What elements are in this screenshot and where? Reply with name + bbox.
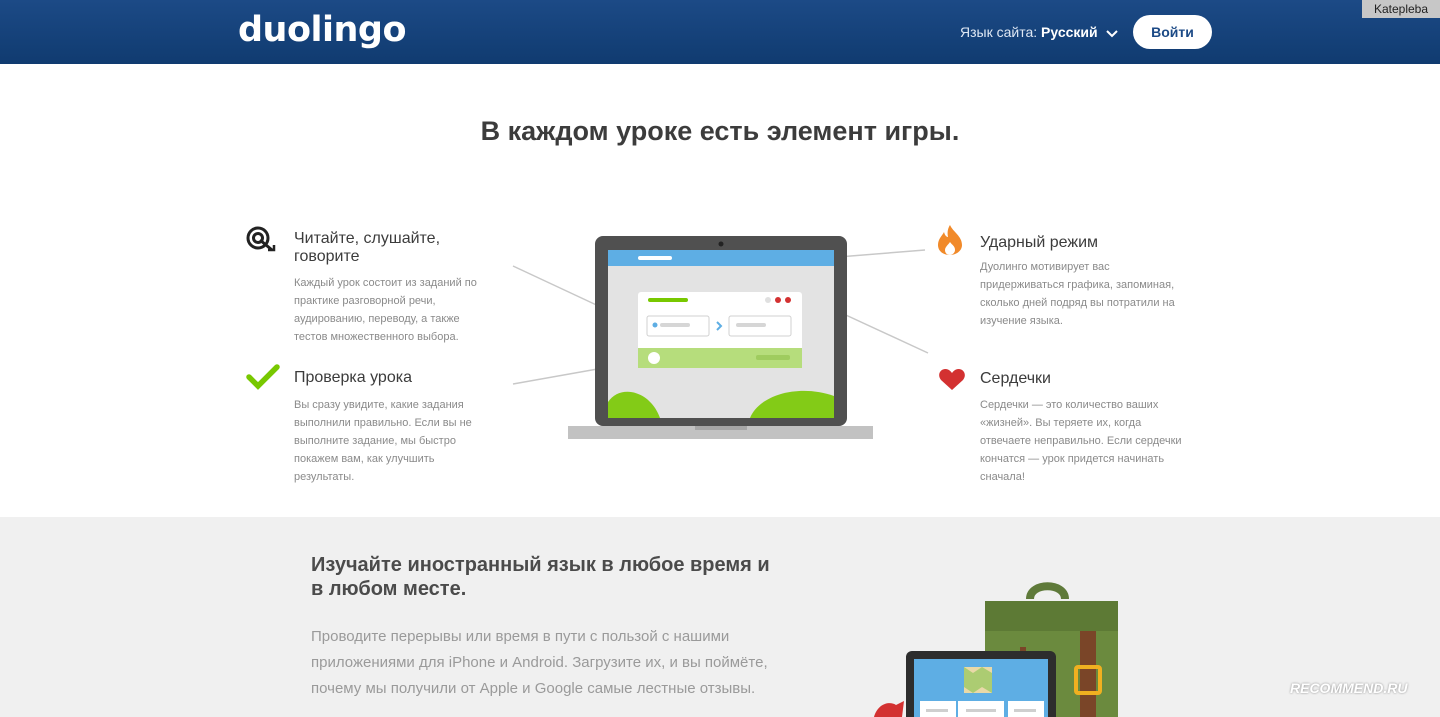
game-elements-section: В каждом уроке есть элемент игры. Читайт… (0, 64, 1440, 517)
feature-title: Ударный режим (980, 234, 1099, 251)
feature-title: Сердечки (980, 370, 1051, 387)
mobile-apps-section: Изучайте иностранный язык в любое время … (0, 517, 1440, 717)
target-icon (246, 226, 276, 259)
laptop-illustration (568, 236, 873, 439)
site-language-value: Русский (1041, 24, 1098, 40)
feature-description: Дуолинго мотивирует вас придерживаться г… (980, 261, 1175, 327)
watermark-site: RECOMMEND.RU (1290, 680, 1408, 696)
feature-description: Вы сразу увидите, какие задания выполнил… (294, 399, 472, 483)
feature-title: Читайте, слушайте, говорите (294, 230, 441, 265)
login-button[interactable]: Войти (1133, 15, 1212, 49)
flame-icon (936, 224, 964, 261)
duolingo-logo[interactable]: duolingo (238, 10, 407, 50)
feature-description: Каждый урок состоит из заданий по практи… (294, 277, 477, 343)
chevron-down-icon (1105, 25, 1118, 41)
site-header: duolingo Язык сайта: Русский Войти (0, 0, 1440, 64)
checkmark-icon (246, 364, 280, 395)
heart-icon (938, 368, 966, 397)
site-language-label: Язык сайта: (960, 24, 1038, 40)
section-description: Проводите перерывы или время в пути с по… (311, 628, 768, 697)
watermark-username: Katepleba (1362, 0, 1440, 18)
backpack-tablet-illustration (874, 582, 1118, 717)
feature-title: Проверка урока (294, 369, 412, 386)
feature-description: Сердечки — это количество ваших «жизней»… (980, 399, 1182, 483)
site-language-selector[interactable]: Язык сайта: Русский (960, 24, 1118, 41)
section-title: Изучайте иностранный язык в любое время … (311, 554, 770, 600)
